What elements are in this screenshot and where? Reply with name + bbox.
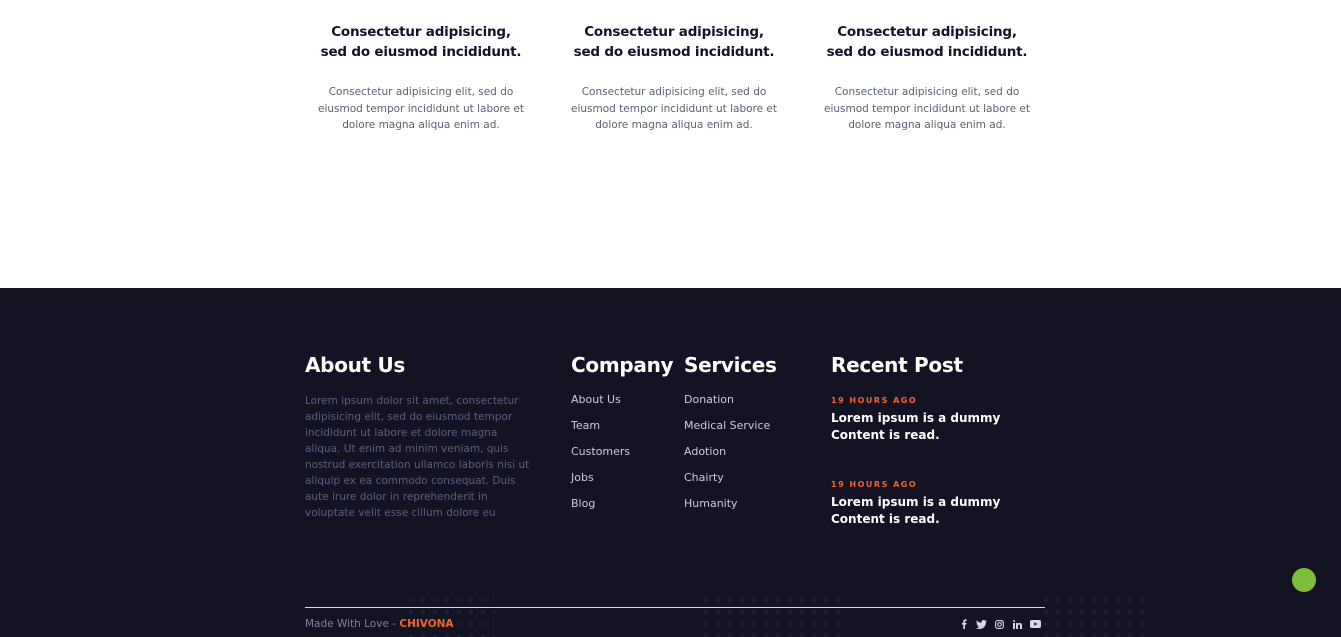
company-link-jobs[interactable]: Jobs [571,470,630,496]
recent-post-item: 19 HOURS AGO Lorem ipsum is a dummy Cont… [831,396,1046,444]
facebook-icon[interactable] [958,618,969,630]
footer-divider [305,607,1045,608]
company-title: Company [571,353,674,377]
company-link-about-us[interactable]: About Us [571,392,630,418]
brand-link[interactable]: CHIVONA [399,618,453,630]
services-links: Donation Medical Service Adotion Chairty… [684,392,770,522]
services-link-humanity[interactable]: Humanity [684,496,770,522]
services-link-donation[interactable]: Donation [684,392,770,418]
recent-post-title: Recent Post [831,353,963,377]
feature-text: Consectetur adipisicing elit, sed do eiu… [824,86,1030,131]
services-link-chairty[interactable]: Chairty [684,470,770,496]
social-links [958,618,1041,630]
feature-title: Consectetur adipisicing, sed do eiusmod … [573,24,775,60]
twitter-icon[interactable] [976,618,987,630]
about-text: Lorem ipsum dolor sit amet, consectetur … [305,395,530,519]
company-link-customers[interactable]: Customers [571,444,630,470]
company-link-team[interactable]: Team [571,418,630,444]
copyright: Made With Love - CHIVONA [305,617,454,631]
services-link-adotion[interactable]: Adotion [684,444,770,470]
linkedin-icon[interactable] [1012,618,1023,630]
company-links: About Us Team Customers Jobs Blog [571,392,630,522]
instagram-icon[interactable] [994,618,1005,630]
feature-card: Consectetur adipisicing, sed do eiusmod … [316,22,526,134]
company-link-blog[interactable]: Blog [571,496,630,522]
post-time: 19 HOURS AGO [831,396,918,405]
feature-title: Consectetur adipisicing, sed do eiusmod … [320,24,522,60]
copyright-text: Made With Love - [305,618,400,630]
site-footer: About Us Lorem ipsum dolor sit amet, con… [0,288,1341,637]
scroll-to-top-button[interactable] [1292,568,1316,592]
post-title-link[interactable]: Lorem ipsum is a dummy Content is read. [831,410,1046,444]
post-time: 19 HOURS AGO [831,480,918,489]
feature-text: Consectetur adipisicing elit, sed do eiu… [318,86,524,131]
services-title: Services [684,353,777,377]
decorative-dots [700,594,840,637]
about-title: About Us [305,353,406,377]
decorative-dots [1040,594,1150,637]
feature-card: Consectetur adipisicing, sed do eiusmod … [569,22,779,134]
feature-text: Consectetur adipisicing elit, sed do eiu… [571,86,777,131]
recent-post-item: 19 HOURS AGO Lorem ipsum is a dummy Cont… [831,480,1046,528]
youtube-icon[interactable] [1030,618,1041,630]
features-section: Consectetur adipisicing, sed do eiusmod … [0,0,1341,288]
post-title-link[interactable]: Lorem ipsum is a dummy Content is read. [831,494,1046,528]
services-link-medical-service[interactable]: Medical Service [684,418,770,444]
feature-card: Consectetur adipisicing, sed do eiusmod … [822,22,1032,134]
feature-title: Consectetur adipisicing, sed do eiusmod … [826,24,1028,60]
